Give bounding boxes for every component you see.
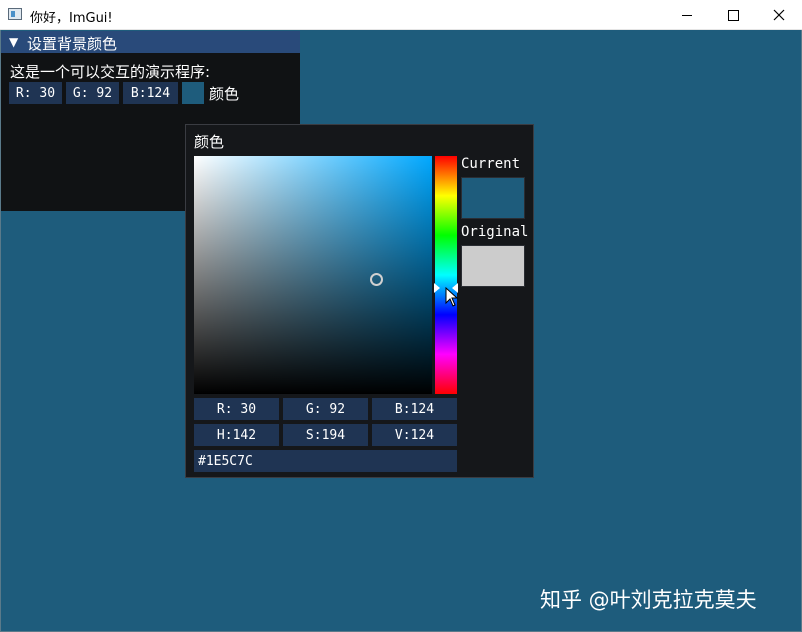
current-label: Current <box>461 156 521 172</box>
close-icon <box>773 9 785 21</box>
mouse-pointer-icon <box>445 287 459 307</box>
hex-input[interactable]: #1E5C7C <box>194 450 457 472</box>
sv-cursor[interactable] <box>370 273 383 286</box>
current-color-swatch <box>461 177 525 219</box>
minimize-button[interactable] <box>664 0 710 30</box>
color-swatch-button[interactable] <box>182 82 204 104</box>
description-text: 这是一个可以交互的演示程序: <box>10 63 211 81</box>
original-color-swatch[interactable] <box>461 245 525 287</box>
collapse-arrow-icon[interactable]: ▼ <box>9 35 18 49</box>
b-drag-field[interactable]: B:124 <box>123 82 178 104</box>
app-icon <box>8 8 22 20</box>
color-label: 颜色 <box>209 85 240 103</box>
picker-title: 颜色 <box>194 133 225 151</box>
picker-b-field[interactable]: B:124 <box>372 398 457 420</box>
picker-h-field[interactable]: H:142 <box>194 424 279 446</box>
original-label: Original <box>461 224 529 240</box>
color-picker-popup[interactable]: 颜色 Current Original R: 30 G: 92 B:124 H:… <box>185 124 534 478</box>
imgui-window-titlebar[interactable]: ▼ 设置背景颜色 <box>1 31 300 53</box>
window-title: 你好，ImGui! <box>30 11 113 26</box>
close-button[interactable] <box>756 0 802 30</box>
maximize-button[interactable] <box>710 0 756 30</box>
maximize-icon <box>727 9 739 21</box>
hue-marker-left <box>434 283 440 293</box>
picker-g-field[interactable]: G: 92 <box>283 398 368 420</box>
r-drag-field[interactable]: R: 30 <box>9 82 62 104</box>
watermark-text: 知乎 @叶刘克拉克莫夫 <box>540 588 757 612</box>
picker-r-field[interactable]: R: 30 <box>194 398 279 420</box>
hue-slider[interactable] <box>435 156 457 394</box>
minimize-icon <box>682 14 692 16</box>
picker-v-field[interactable]: V:124 <box>372 424 457 446</box>
window-titlebar: 你好，ImGui! <box>0 0 802 30</box>
picker-s-field[interactable]: S:194 <box>283 424 368 446</box>
saturation-value-square[interactable] <box>194 156 432 394</box>
g-drag-field[interactable]: G: 92 <box>66 82 119 104</box>
imgui-window-title: 设置背景颜色 <box>27 35 118 53</box>
